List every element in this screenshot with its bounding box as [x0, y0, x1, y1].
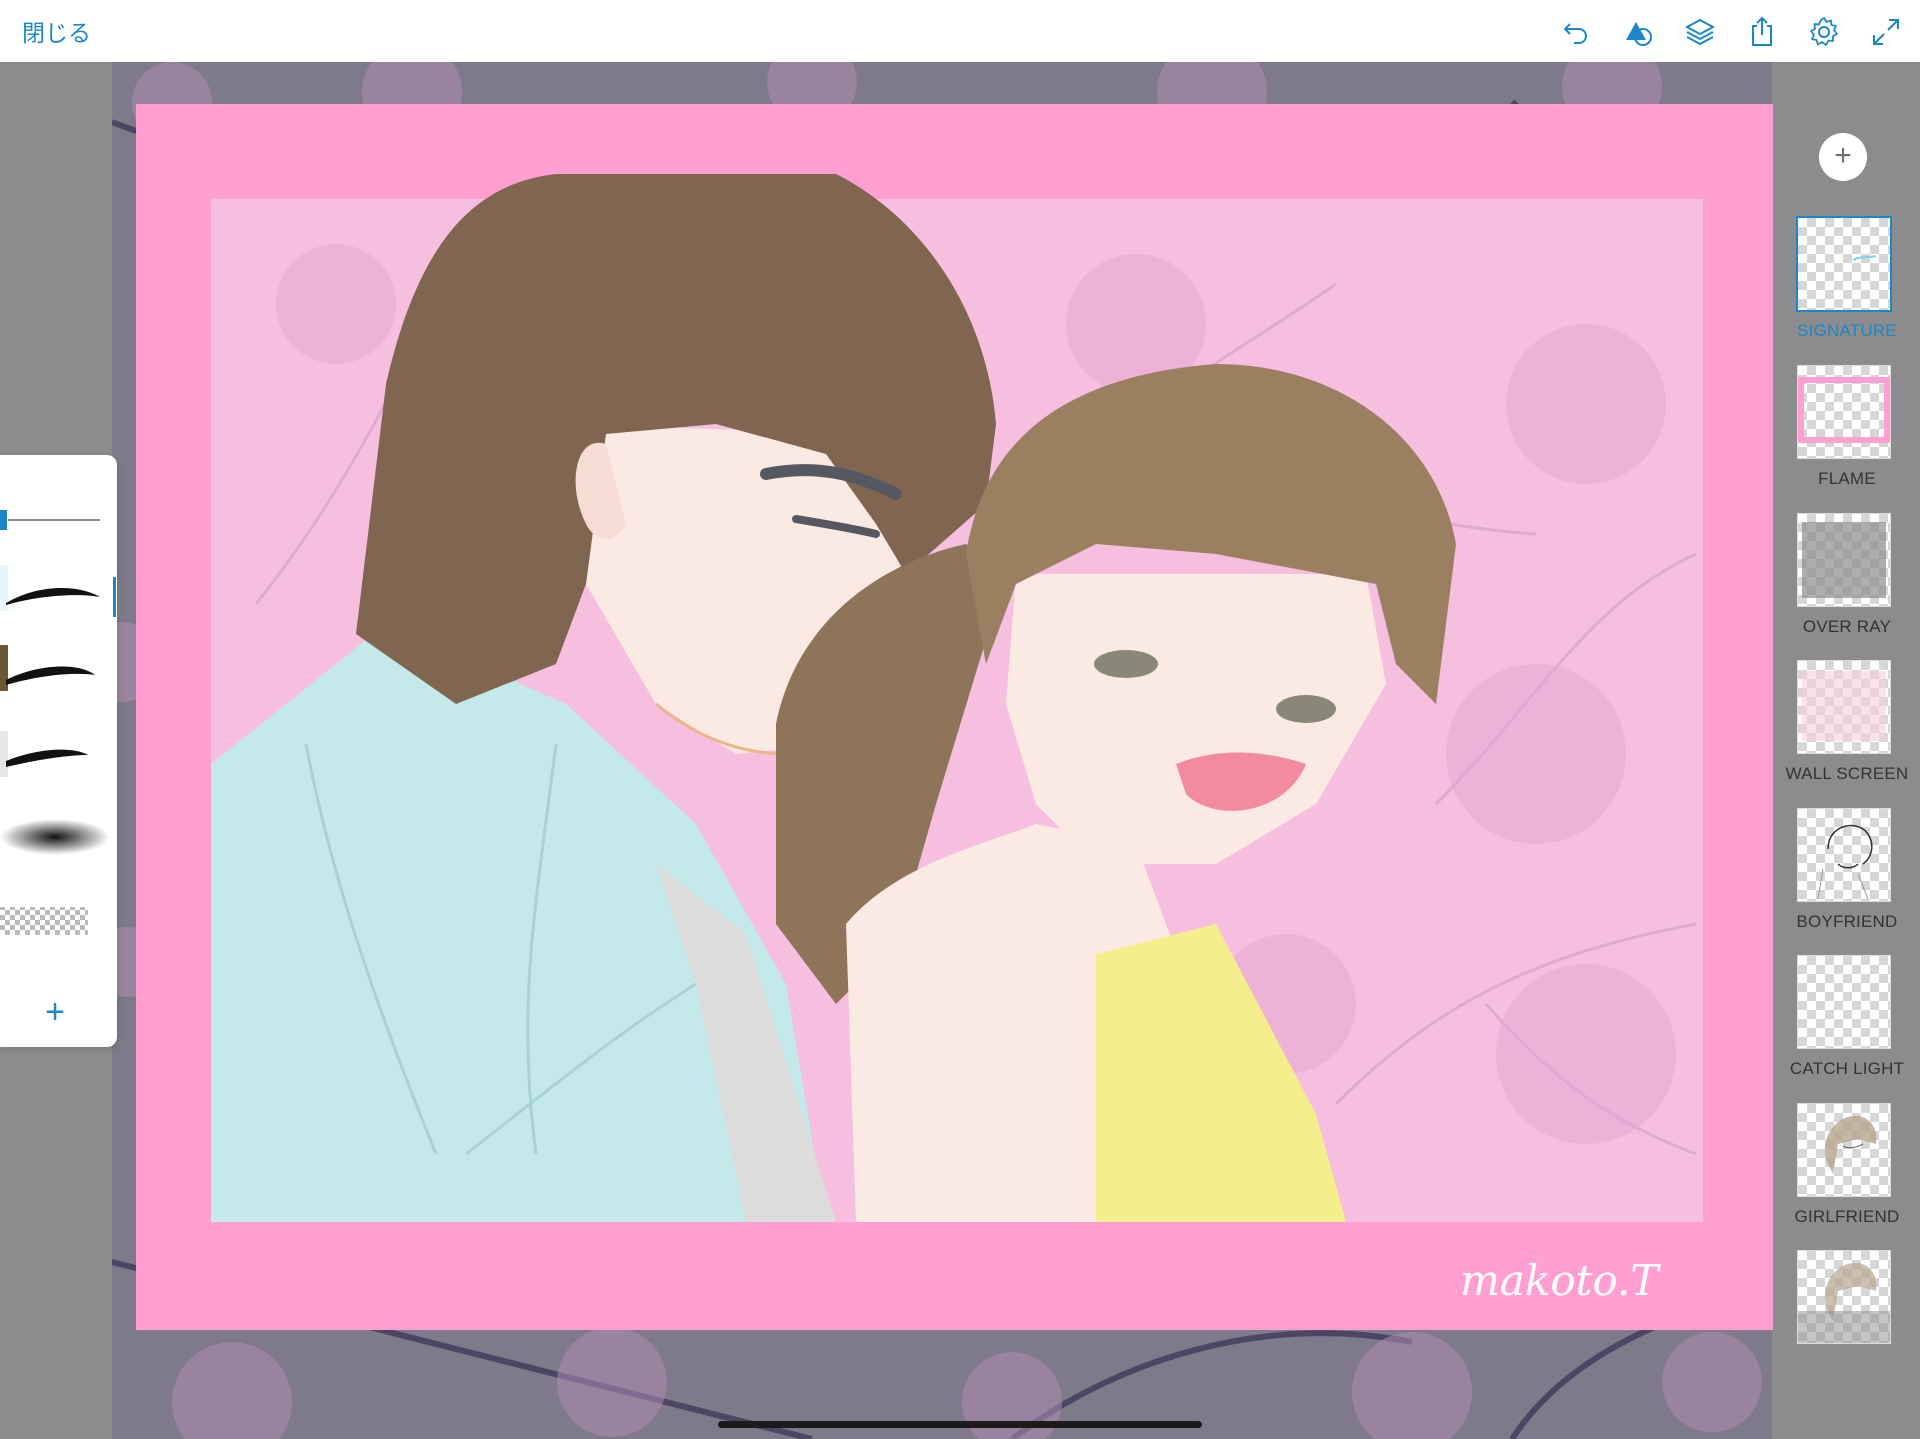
brush-soft-airbrush[interactable] — [0, 805, 117, 875]
share-icon[interactable] — [1742, 12, 1782, 52]
brush-ink-2[interactable] — [0, 645, 117, 715]
layer-label: OVER RAY — [1802, 617, 1892, 636]
artwork-canvas[interactable] — [136, 104, 1773, 1330]
settings-icon[interactable] — [1804, 12, 1844, 52]
signature-text: makoto.T — [1460, 1256, 1661, 1305]
layer-label: GIRLFRIEND — [1794, 1207, 1900, 1226]
layer-thumbnail — [1797, 808, 1891, 902]
layer-girlfriend-copy[interactable] — [1774, 1250, 1920, 1398]
layer-wall-screen[interactable]: WALL SCREEN — [1774, 660, 1920, 808]
brush-panel: + — [0, 455, 117, 1047]
brush-ink-1[interactable] — [0, 565, 117, 635]
brush-ink-3[interactable] — [0, 725, 117, 795]
layer-girlfriend[interactable]: GIRLFRIEND — [1774, 1103, 1920, 1251]
layer-label: WALL SCREEN — [1785, 764, 1909, 783]
layer-thumbnail — [1797, 365, 1891, 459]
layer-thumbnail — [1797, 660, 1891, 754]
home-indicator[interactable] — [718, 1421, 1202, 1428]
layer-flame[interactable]: FLAME — [1774, 365, 1920, 513]
brush-thin-pen[interactable] — [0, 485, 117, 555]
layer-thumbnail — [1797, 513, 1891, 607]
layer-catch-light[interactable]: CATCH LIGHT — [1774, 955, 1920, 1103]
layer-thumbnail — [1796, 216, 1892, 312]
shape-icon[interactable] — [1618, 12, 1658, 52]
layer-signature[interactable]: SIGNATURE — [1774, 216, 1920, 365]
add-layer-button[interactable]: + — [1819, 133, 1867, 181]
layer-over-ray[interactable]: OVER RAY — [1774, 513, 1920, 661]
layer-label: FLAME — [1818, 469, 1876, 488]
add-brush-button[interactable]: + — [0, 995, 110, 1029]
signature: makoto.T — [1450, 1250, 1710, 1310]
layer-thumbnail — [1797, 955, 1891, 1049]
layer-boyfriend[interactable]: BOYFRIEND — [1774, 808, 1920, 956]
layer-label: CATCH LIGHT — [1789, 1059, 1905, 1078]
layer-label: BOYFRIEND — [1796, 912, 1898, 931]
top-toolbar: 閉じる — [0, 0, 1920, 62]
layer-thumbnail — [1797, 1103, 1891, 1197]
close-button[interactable]: 閉じる — [22, 14, 91, 48]
fullscreen-icon[interactable] — [1866, 12, 1906, 52]
toolbar-icons — [1556, 12, 1906, 52]
layer-thumbnail — [1797, 1250, 1891, 1344]
layers-icon[interactable] — [1680, 12, 1720, 52]
layer-label: SIGNATURE — [1797, 321, 1897, 340]
undo-icon[interactable] — [1556, 12, 1596, 52]
brush-eraser[interactable] — [0, 885, 117, 955]
